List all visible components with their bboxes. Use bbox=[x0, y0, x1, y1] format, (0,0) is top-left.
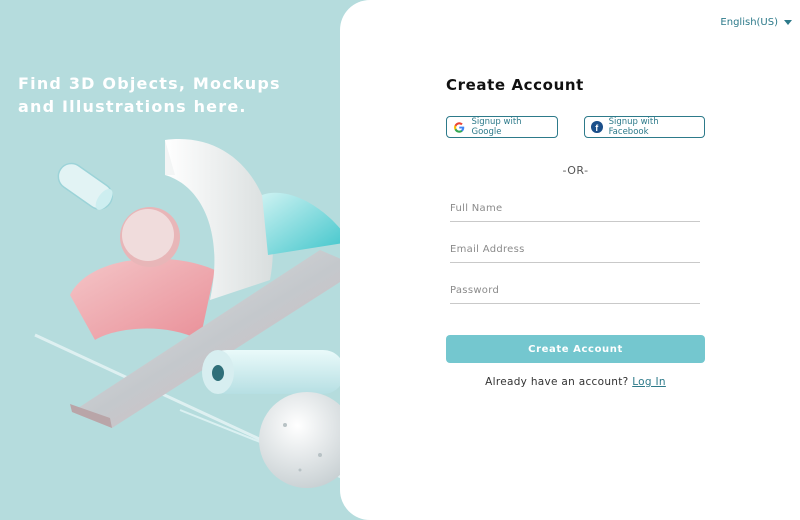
google-icon bbox=[454, 121, 465, 133]
facebook-label: Signup with Facebook bbox=[608, 117, 659, 137]
page-title: Create Account bbox=[446, 76, 584, 94]
facebook-icon: f bbox=[591, 121, 603, 133]
login-link[interactable]: Log In bbox=[632, 376, 666, 388]
or-divider: -OR- bbox=[562, 164, 589, 177]
signup-facebook-button[interactable]: f Signup with Facebook bbox=[584, 116, 705, 138]
login-prompt-text: Already have an account? bbox=[485, 376, 629, 388]
language-selector[interactable]: English(US) bbox=[720, 17, 792, 28]
hero-line-1: Find 3D Objects, Mockups bbox=[18, 74, 281, 93]
password-input[interactable] bbox=[450, 282, 700, 304]
language-label: English(US) bbox=[720, 17, 778, 28]
login-prompt-row: Already have an account? Log In bbox=[446, 376, 705, 388]
signup-google-button[interactable]: Signup with Google bbox=[446, 116, 558, 138]
google-label: Signup with Google bbox=[471, 117, 522, 137]
signup-panel: English(US) Create Account Signup with G… bbox=[340, 0, 800, 520]
create-account-button[interactable]: Create Account bbox=[446, 335, 705, 363]
hero-line-2: and Illustrations here. bbox=[18, 97, 247, 116]
full-name-input[interactable] bbox=[450, 200, 700, 222]
caret-down-icon bbox=[784, 20, 792, 25]
email-input[interactable] bbox=[450, 241, 700, 263]
hero-heading: Find 3D Objects, Mockups and Illustratio… bbox=[18, 72, 318, 118]
